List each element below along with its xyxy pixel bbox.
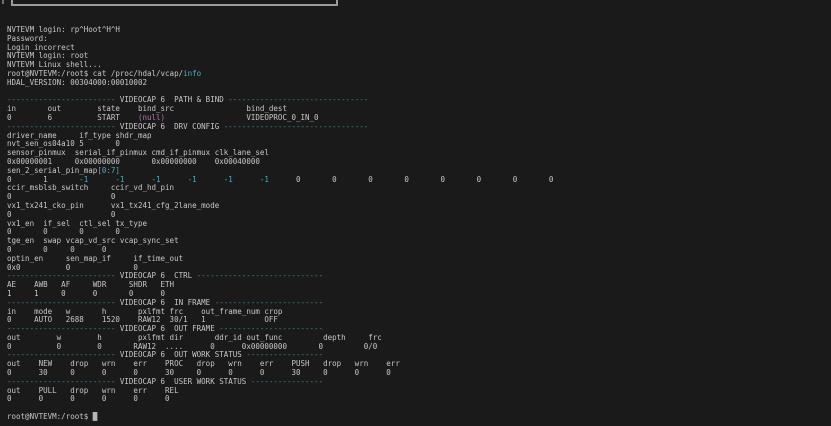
terminal-text: root@NVTEVM:/root$ cat /proc/hdal/vcap/ (7, 68, 184, 78)
terminal-text: ccir_msblsb_switch ccir_vd_hd_pin (7, 183, 175, 193)
highlighted-text: ---------------- (250, 376, 324, 386)
terminal-text: 0 0 0 0 0 0 0 0 (296, 174, 554, 184)
terminal-text: nvt_sen_os04a10 5 0 (7, 139, 120, 149)
terminal-text: tge_en swap vcap_vd_src vcap_sync_set (7, 236, 179, 246)
highlighted-text: ------------------------ (7, 121, 116, 131)
screen-edge-artifact (2, 0, 4, 4)
terminal-line: Login incorrect (7, 42, 553, 53)
highlighted-text: info (183, 68, 202, 78)
terminal-text: sen_2_serial_pin_map (7, 165, 98, 175)
highlighted-text: ------------------------ (7, 324, 116, 334)
terminal-text: VIDEOCAP 6 IN FRAME (115, 297, 215, 307)
terminal-text: out w h pxlfmt dir ddr_id out_func depth… (7, 332, 382, 342)
highlighted-text: ------------------------ (7, 297, 116, 307)
highlighted-text: -1 -1 -1 -1 -1 -1 (79, 174, 296, 184)
highlighted-text: ----------------------- (219, 324, 324, 334)
terminal-text: 0x00000001 0x00000000 0x00000000 0x00040… (7, 156, 260, 166)
terminal-text: sensor_pinmux serial_if_pinmux cmd_if_pi… (7, 148, 269, 158)
terminal-text: 0 1 (7, 174, 80, 184)
highlighted-text: ----------------- (246, 350, 324, 360)
highlighted-text: ------------------------ (7, 95, 116, 105)
terminal-text: VIDEOCAP 6 USER WORK STATUS (115, 376, 251, 386)
terminal-text: AE AWB AF WDR SHDR ETH (7, 280, 175, 290)
cursor: █ (92, 412, 98, 422)
terminal-text: root@NVTEVM:/root$ (7, 412, 93, 422)
terminal-text: 0 30 0 0 0 30 0 0 0 30 0 0 0 (7, 368, 391, 378)
highlighted-text: ------------------------ (7, 350, 116, 360)
terminal-text: 0 6 START (7, 112, 138, 122)
terminal-text: optin_en sen_map_if if_time_out (7, 253, 184, 263)
terminal-text: NVTEVM login: rp^Hoot^H^H (7, 25, 120, 34)
terminal-text: 0 0 0 0 (7, 227, 120, 237)
dialog-box-remnant (11, 0, 338, 6)
highlighted-text: ---------------------------- (196, 271, 324, 281)
terminal-text: VIDEOPROC_0_IN_0 (165, 112, 319, 122)
terminal-text: vx1_en if_sel ctl_sel tx_type (7, 218, 147, 228)
terminal-text: VIDEOCAP 6 OUT WORK STATUS (115, 350, 247, 360)
terminal-text: VIDEOCAP 6 PATH & BIND (115, 95, 229, 105)
highlighted-text: [0:7] (97, 165, 120, 175)
terminal-text: Password: (7, 33, 48, 43)
terminal-text: driver_name if_type shdr_map (7, 130, 152, 140)
terminal-text: 0 0 (7, 192, 116, 202)
console-screen: { "colors": { "bg": "#1a1a1b", "fg": "#c… (0, 0, 831, 426)
terminal-text: VIDEOCAP 6 DRV CONFIG (115, 121, 224, 131)
terminal-text: 0 0 0 0 0 0 (7, 394, 170, 404)
terminal-text: in mode w h pxlfmt frc out_frame_num cro… (7, 306, 283, 316)
terminal-text: 0x0 0 0 (7, 262, 138, 272)
highlighted-text: (null) (137, 112, 166, 122)
terminal-text: Login incorrect (7, 42, 75, 52)
highlighted-text: ------------------------ (214, 297, 324, 307)
terminal-text: 0 0 (7, 209, 116, 219)
highlighted-text: ------------------------ (7, 376, 116, 386)
terminal-text: VIDEOCAP 6 OUT FRAME (115, 324, 220, 334)
terminal-text: VIDEOCAP 6 CTRL (115, 271, 197, 281)
terminal-line: HDAL_VERSION: 00304000:00010002 (7, 77, 553, 88)
terminal-text: HDAL_VERSION: 00304000:00010002 (7, 77, 147, 87)
terminal-text: NVTEVM Linux shell... (7, 60, 102, 70)
terminal-text: vx1_tx241_cko_pin vx1_tx241_cfg_2lane_mo… (7, 200, 220, 210)
highlighted-text: ------------------------ (7, 271, 116, 281)
highlighted-text: ------------------------------- (228, 95, 369, 105)
terminal-line: root@NVTEVM:/root$ █ (7, 412, 553, 422)
terminal-line: NVTEVM login: rp^Hoot^H^H (7, 25, 553, 35)
terminal-line: 0 0 0 0 0 0 (7, 395, 553, 404)
terminal-text: in out state bind_src bind_dest (7, 104, 287, 114)
terminal-text: NVTEVM login: root (7, 51, 89, 61)
terminal-text: 0 AUTO 2688 1520 RAW12 30/1 1 OFF (7, 315, 278, 325)
terminal-text: out NEW drop wrn err PROC drop wrn err P… (7, 359, 400, 369)
terminal-line: Password: (7, 33, 553, 44)
terminal-screen[interactable]: NVTEVM login: rp^Hoot^H^H Password: Login … (7, 25, 554, 422)
terminal-text: 0 0 0 0 (7, 244, 107, 254)
terminal-text: out PULL drop wrn err REL (7, 385, 179, 395)
terminal-text: 0 0 0 RAW12 .... 0 0x00000000 0 0/0 (7, 341, 378, 351)
highlighted-text: -------------------------------- (223, 121, 369, 131)
terminal-text: 1 1 0 0 0 0 (7, 288, 166, 298)
